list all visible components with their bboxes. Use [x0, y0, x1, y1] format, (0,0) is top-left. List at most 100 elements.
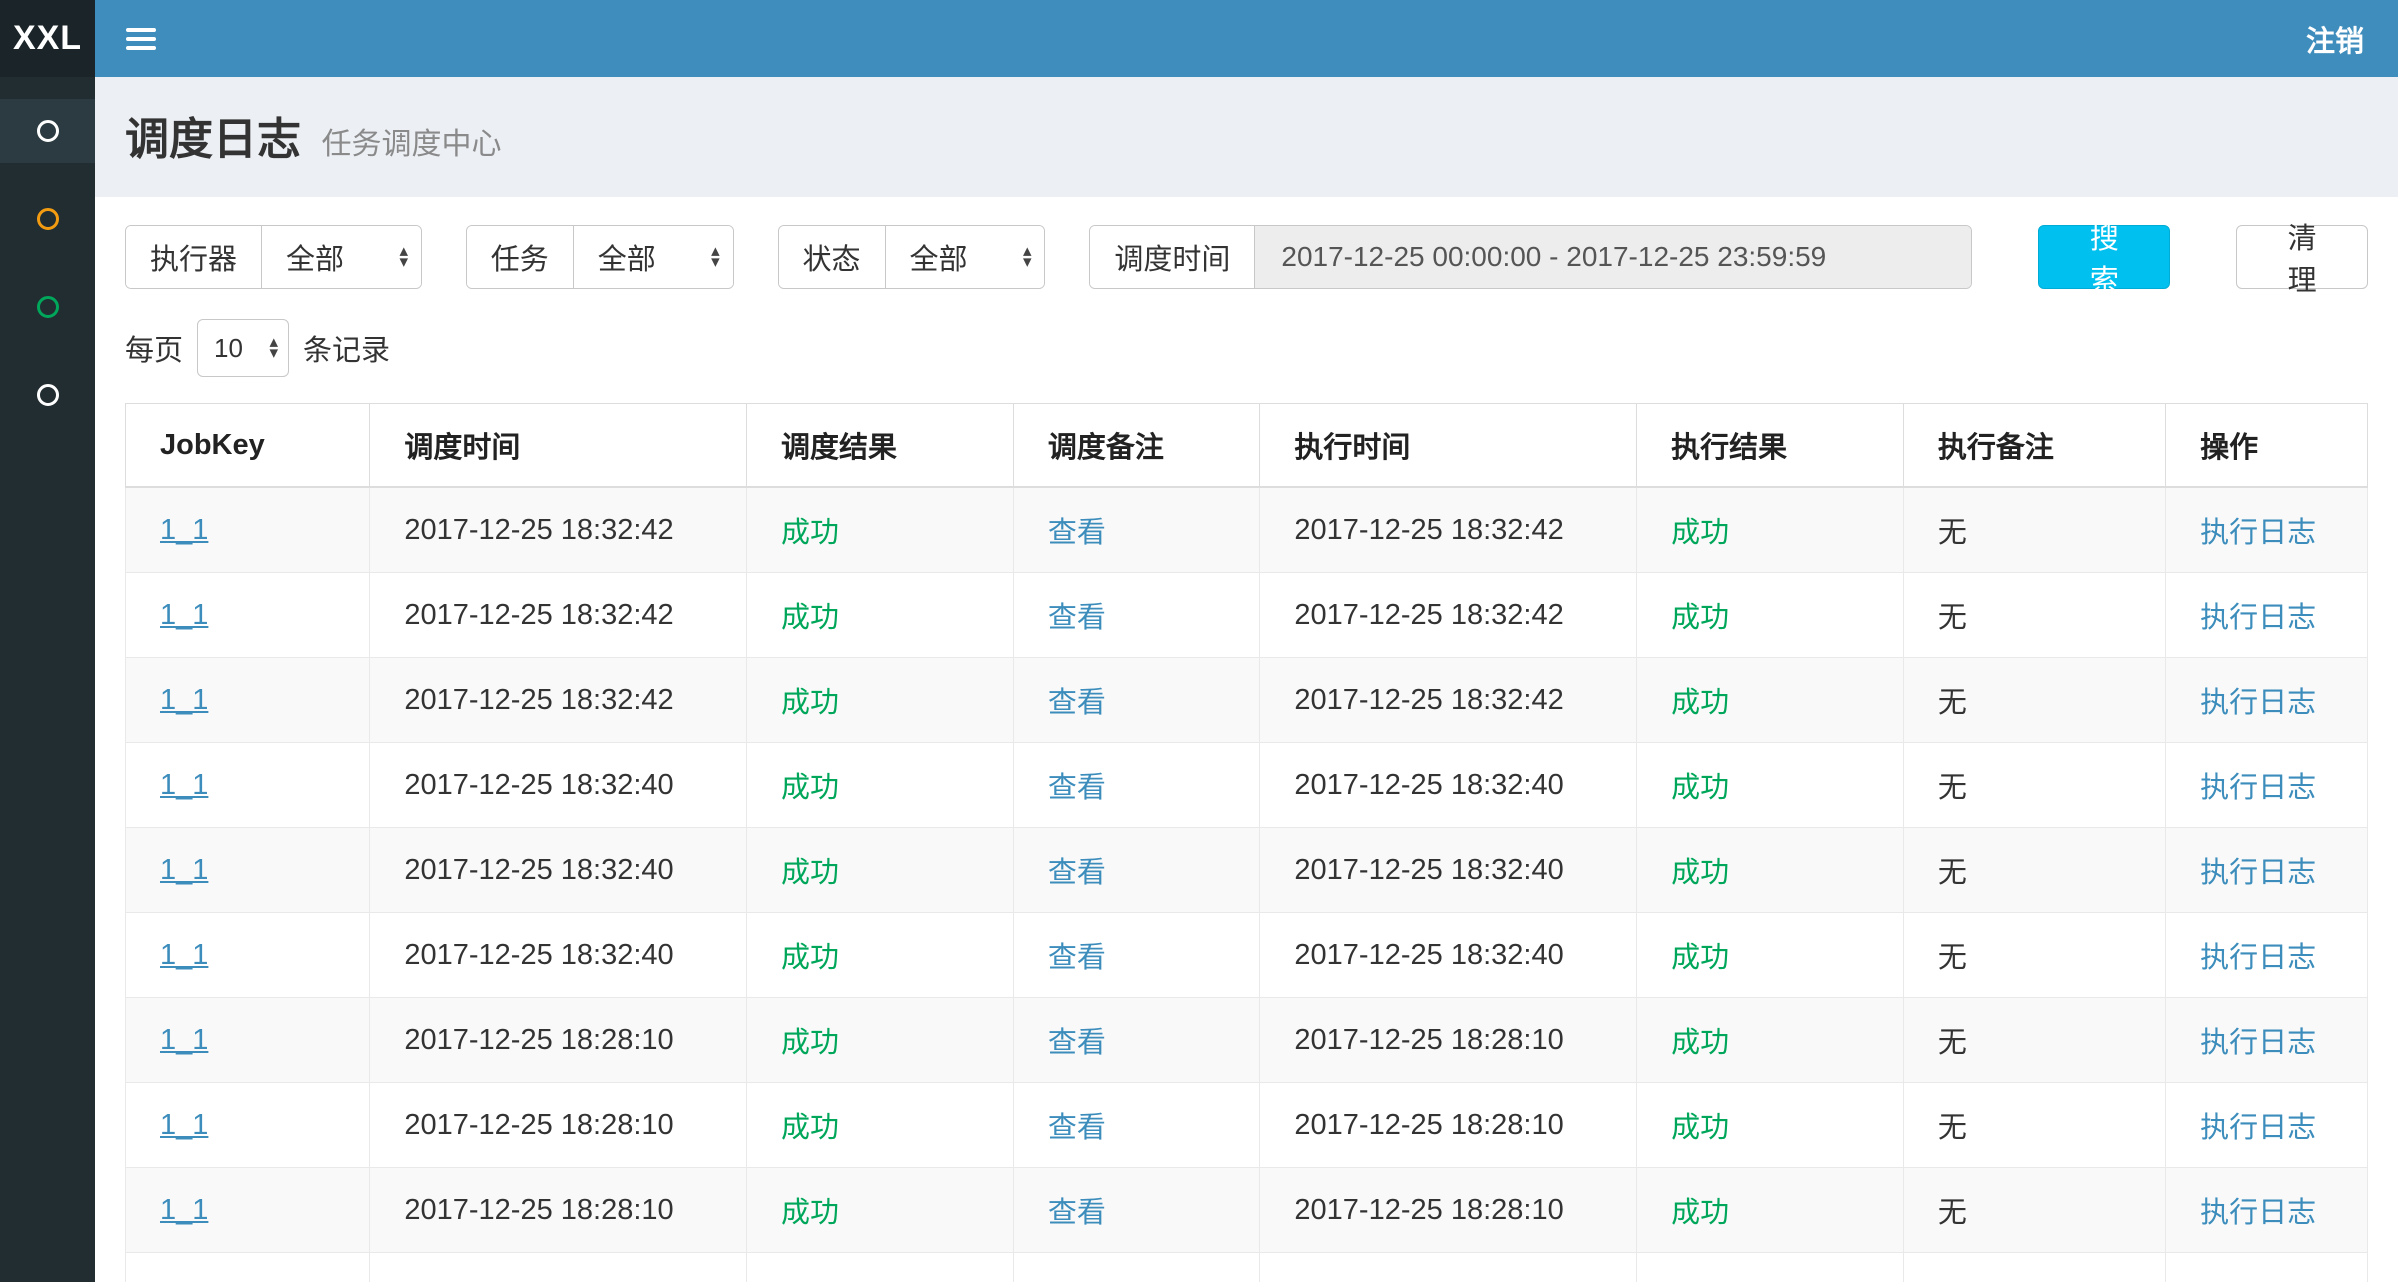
search-button[interactable]: 搜索: [2038, 225, 2170, 289]
exec-log-link[interactable]: 执行日志: [2200, 772, 2316, 804]
jobkey-link[interactable]: 1_1: [160, 1279, 208, 1282]
trigger-time-cell: 2017-12-25 18:32:42: [370, 573, 747, 658]
logout-link[interactable]: 注销: [2306, 18, 2364, 60]
job-filter-value: 全部: [598, 236, 656, 278]
sidebar-item-2[interactable]: [0, 187, 95, 251]
trigger-result-text: 成功: [781, 687, 839, 719]
handle-time-cell: 2017-12-25 18:32:40: [1260, 828, 1637, 913]
clear-button[interactable]: 清理: [2236, 225, 2368, 289]
handle-result-text: 成功: [1671, 1112, 1729, 1144]
trigger-msg-link[interactable]: 查看: [1048, 687, 1106, 719]
handle-result-text: 成功: [1671, 942, 1729, 974]
sidebar-item-1[interactable]: [0, 99, 95, 163]
trigger-msg-link[interactable]: 查看: [1048, 857, 1106, 889]
table-row: 1_1 2017-12-25 18:28:10 成功 查看 2017-12-25…: [126, 1168, 2368, 1253]
main-wrapper: 调度日志 任务调度中心 执行器 全部 ▴▾ 任务 全部 ▴▾ 状态: [0, 77, 2398, 1282]
jobkey-link[interactable]: 1_1: [160, 769, 208, 801]
handle-time-cell: 2017-12-25 18:32:42: [1260, 487, 1637, 573]
trigger-result-text: 成功: [781, 772, 839, 804]
trigger-result-text: 成功: [781, 1112, 839, 1144]
handle-time-cell: 2017-12-25 18:32:40: [1260, 743, 1637, 828]
column-header: 调度时间: [370, 404, 747, 488]
status-filter-label: 状态: [779, 226, 886, 288]
trigger-msg-link[interactable]: 查看: [1048, 1027, 1106, 1059]
page-size-select[interactable]: 10 ▴▾: [197, 319, 289, 377]
jobkey-link[interactable]: 1_1: [160, 939, 208, 971]
exec-log-link[interactable]: 执行日志: [2200, 1197, 2316, 1229]
page-size-prefix: 每页: [125, 327, 183, 369]
top-navbar: XXL 注销: [0, 0, 2398, 77]
executor-filter-group: 执行器 全部 ▴▾: [125, 225, 422, 289]
handle-time-cell: 2017-12-25 18:28:10: [1260, 998, 1637, 1083]
exec-log-link[interactable]: 执行日志: [2200, 517, 2316, 549]
handle-msg-cell: 无: [1903, 487, 2165, 573]
jobkey-link[interactable]: 1_1: [160, 1194, 208, 1226]
log-table: JobKey调度时间调度结果调度备注执行时间执行结果执行备注操作 1_1 201…: [125, 403, 2368, 1282]
jobkey-link[interactable]: 1_1: [160, 684, 208, 716]
jobkey-link[interactable]: 1_1: [160, 1024, 208, 1056]
trigger-time-cell: 2017-12-25 18:28:10: [370, 1253, 747, 1282]
job-filter-select[interactable]: 全部 ▴▾: [574, 226, 734, 288]
trigger-time-cell: 2017-12-25 18:32:40: [370, 913, 747, 998]
handle-time-cell: 2017-12-25 18:28:10: [1260, 1168, 1637, 1253]
content-header: 调度日志 任务调度中心: [95, 77, 2398, 197]
column-header: 执行时间: [1260, 404, 1637, 488]
trigger-time-cell: 2017-12-25 18:32:42: [370, 658, 747, 743]
executor-filter-select[interactable]: 全部 ▴▾: [262, 226, 422, 288]
trigger-time-filter-group: 调度时间 2017-12-25 00:00:00 - 2017-12-25 23…: [1089, 225, 1972, 289]
trigger-time-cell: 2017-12-25 18:32:42: [370, 487, 747, 573]
jobkey-link[interactable]: 1_1: [160, 1109, 208, 1141]
sidebar-item-3[interactable]: [0, 275, 95, 339]
handle-result-text: 成功: [1671, 857, 1729, 889]
trigger-result-text: 成功: [781, 857, 839, 889]
sidebar-item-4[interactable]: [0, 363, 95, 427]
handle-result-text: 成功: [1671, 687, 1729, 719]
trigger-msg-link[interactable]: 查看: [1048, 602, 1106, 634]
jobkey-link[interactable]: 1_1: [160, 514, 208, 546]
handle-msg-cell: 无: [1903, 573, 2165, 658]
trigger-time-range-input[interactable]: 2017-12-25 00:00:00 - 2017-12-25 23:59:5…: [1255, 226, 1971, 288]
trigger-time-cell: 2017-12-25 18:28:10: [370, 998, 747, 1083]
brand-logo[interactable]: XXL: [0, 0, 95, 77]
column-header: 执行备注: [1903, 404, 2165, 488]
handle-msg-cell: 无: [1903, 913, 2165, 998]
log-table-wrap: JobKey调度时间调度结果调度备注执行时间执行结果执行备注操作 1_1 201…: [95, 403, 2398, 1282]
handle-msg-cell: 无: [1903, 828, 2165, 913]
trigger-msg-link[interactable]: 查看: [1048, 1112, 1106, 1144]
exec-log-link[interactable]: 执行日志: [2200, 857, 2316, 889]
jobkey-link[interactable]: 1_1: [160, 599, 208, 631]
handle-msg-cell: 无: [1903, 1168, 2165, 1253]
circle-icon: [37, 296, 59, 318]
exec-log-link[interactable]: 执行日志: [2200, 1027, 2316, 1059]
status-filter-select[interactable]: 全部 ▴▾: [886, 226, 1046, 288]
handle-result-text: 成功: [1671, 602, 1729, 634]
exec-log-link[interactable]: 执行日志: [2200, 687, 2316, 719]
exec-log-link[interactable]: 执行日志: [2200, 602, 2316, 634]
hamburger-icon: [126, 23, 156, 55]
select-stepper-icon: ▴▾: [269, 337, 278, 358]
handle-msg-cell: 无: [1903, 998, 2165, 1083]
trigger-msg-link[interactable]: 查看: [1048, 1197, 1106, 1229]
trigger-msg-link[interactable]: 查看: [1048, 517, 1106, 549]
status-filter-group: 状态 全部 ▴▾: [778, 225, 1046, 289]
trigger-time-cell: 2017-12-25 18:28:10: [370, 1083, 747, 1168]
trigger-result-text: 成功: [781, 942, 839, 974]
trigger-msg-link[interactable]: 查看: [1048, 772, 1106, 804]
handle-time-cell: 2017-12-25 18:28:10: [1260, 1253, 1637, 1282]
trigger-time-filter-label: 调度时间: [1090, 226, 1255, 288]
circle-icon: [37, 120, 59, 142]
handle-msg-cell: 无: [1903, 1083, 2165, 1168]
handle-result-text: 成功: [1671, 1197, 1729, 1229]
exec-log-link[interactable]: 执行日志: [2200, 942, 2316, 974]
handle-msg-cell: 无: [1903, 658, 2165, 743]
jobkey-link[interactable]: 1_1: [160, 854, 208, 886]
filter-bar: 执行器 全部 ▴▾ 任务 全部 ▴▾ 状态 全部 ▴▾: [95, 197, 2398, 289]
page-size-value: 10: [214, 333, 243, 364]
trigger-result-text: 成功: [781, 1197, 839, 1229]
exec-log-link[interactable]: 执行日志: [2200, 1112, 2316, 1144]
trigger-msg-link[interactable]: 查看: [1048, 942, 1106, 974]
sidebar-toggle-button[interactable]: [95, 0, 187, 77]
page-subtitle: 任务调度中心: [321, 128, 501, 161]
circle-icon: [37, 384, 59, 406]
page-size-suffix: 条记录: [303, 327, 390, 369]
